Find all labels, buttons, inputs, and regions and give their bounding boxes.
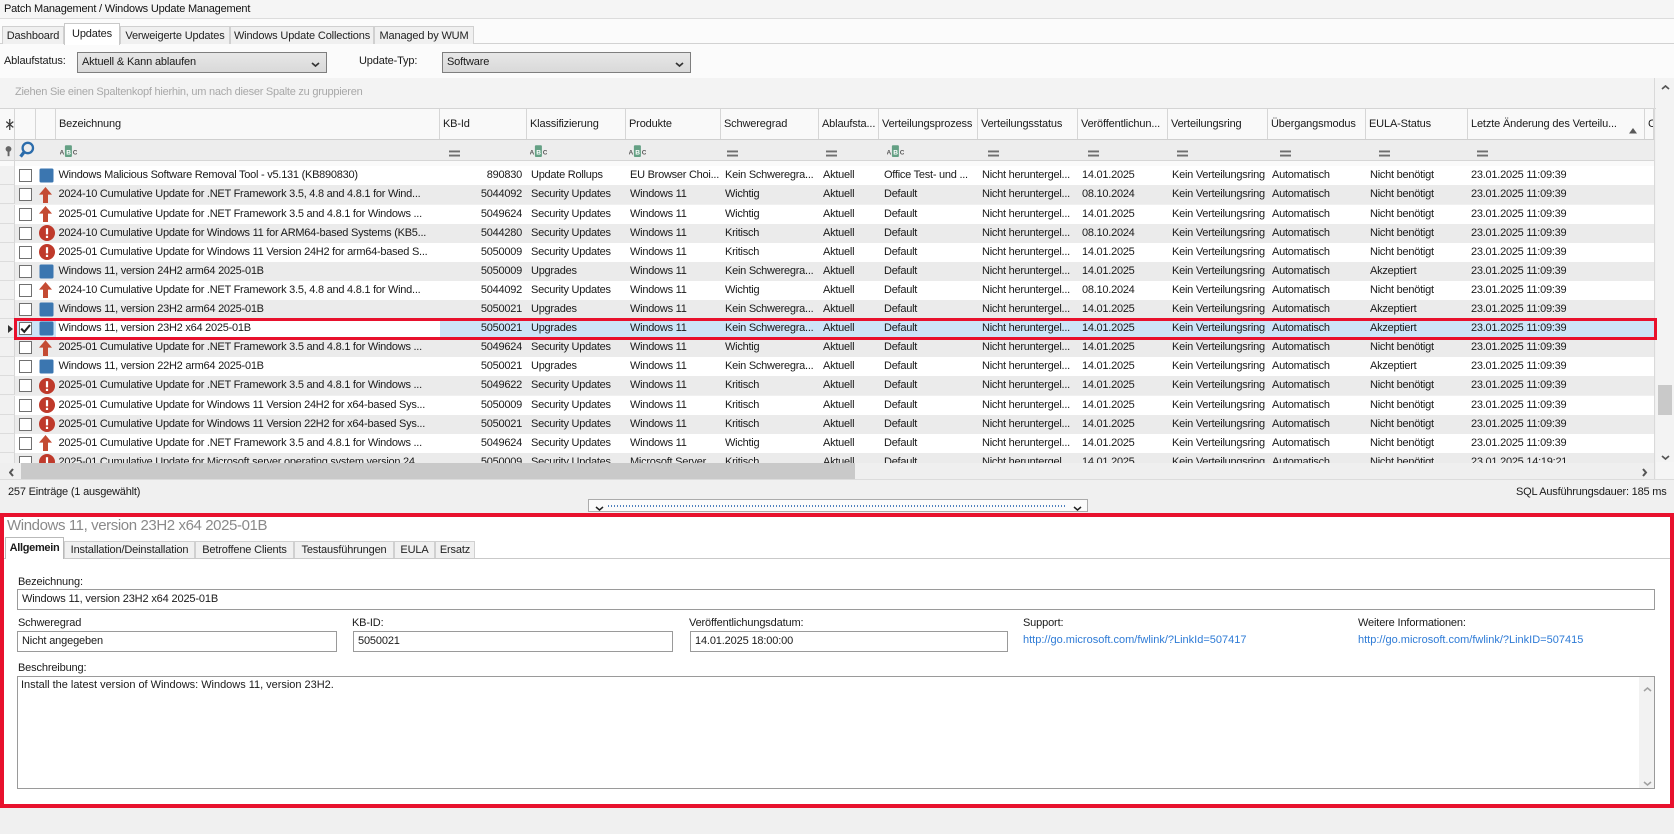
svg-text:C: C xyxy=(543,149,547,156)
svg-text:B: B xyxy=(893,149,898,156)
svg-text:A: A xyxy=(629,149,634,156)
svg-text:C: C xyxy=(642,149,646,156)
svg-text:B: B xyxy=(635,149,640,156)
svg-text:A: A xyxy=(60,149,65,156)
svg-text:B: B xyxy=(536,149,541,156)
svg-text:A: A xyxy=(887,149,892,156)
svg-text:C: C xyxy=(72,149,76,156)
svg-text:B: B xyxy=(66,149,71,156)
svg-text:C: C xyxy=(899,149,903,156)
svg-text:A: A xyxy=(530,149,535,156)
